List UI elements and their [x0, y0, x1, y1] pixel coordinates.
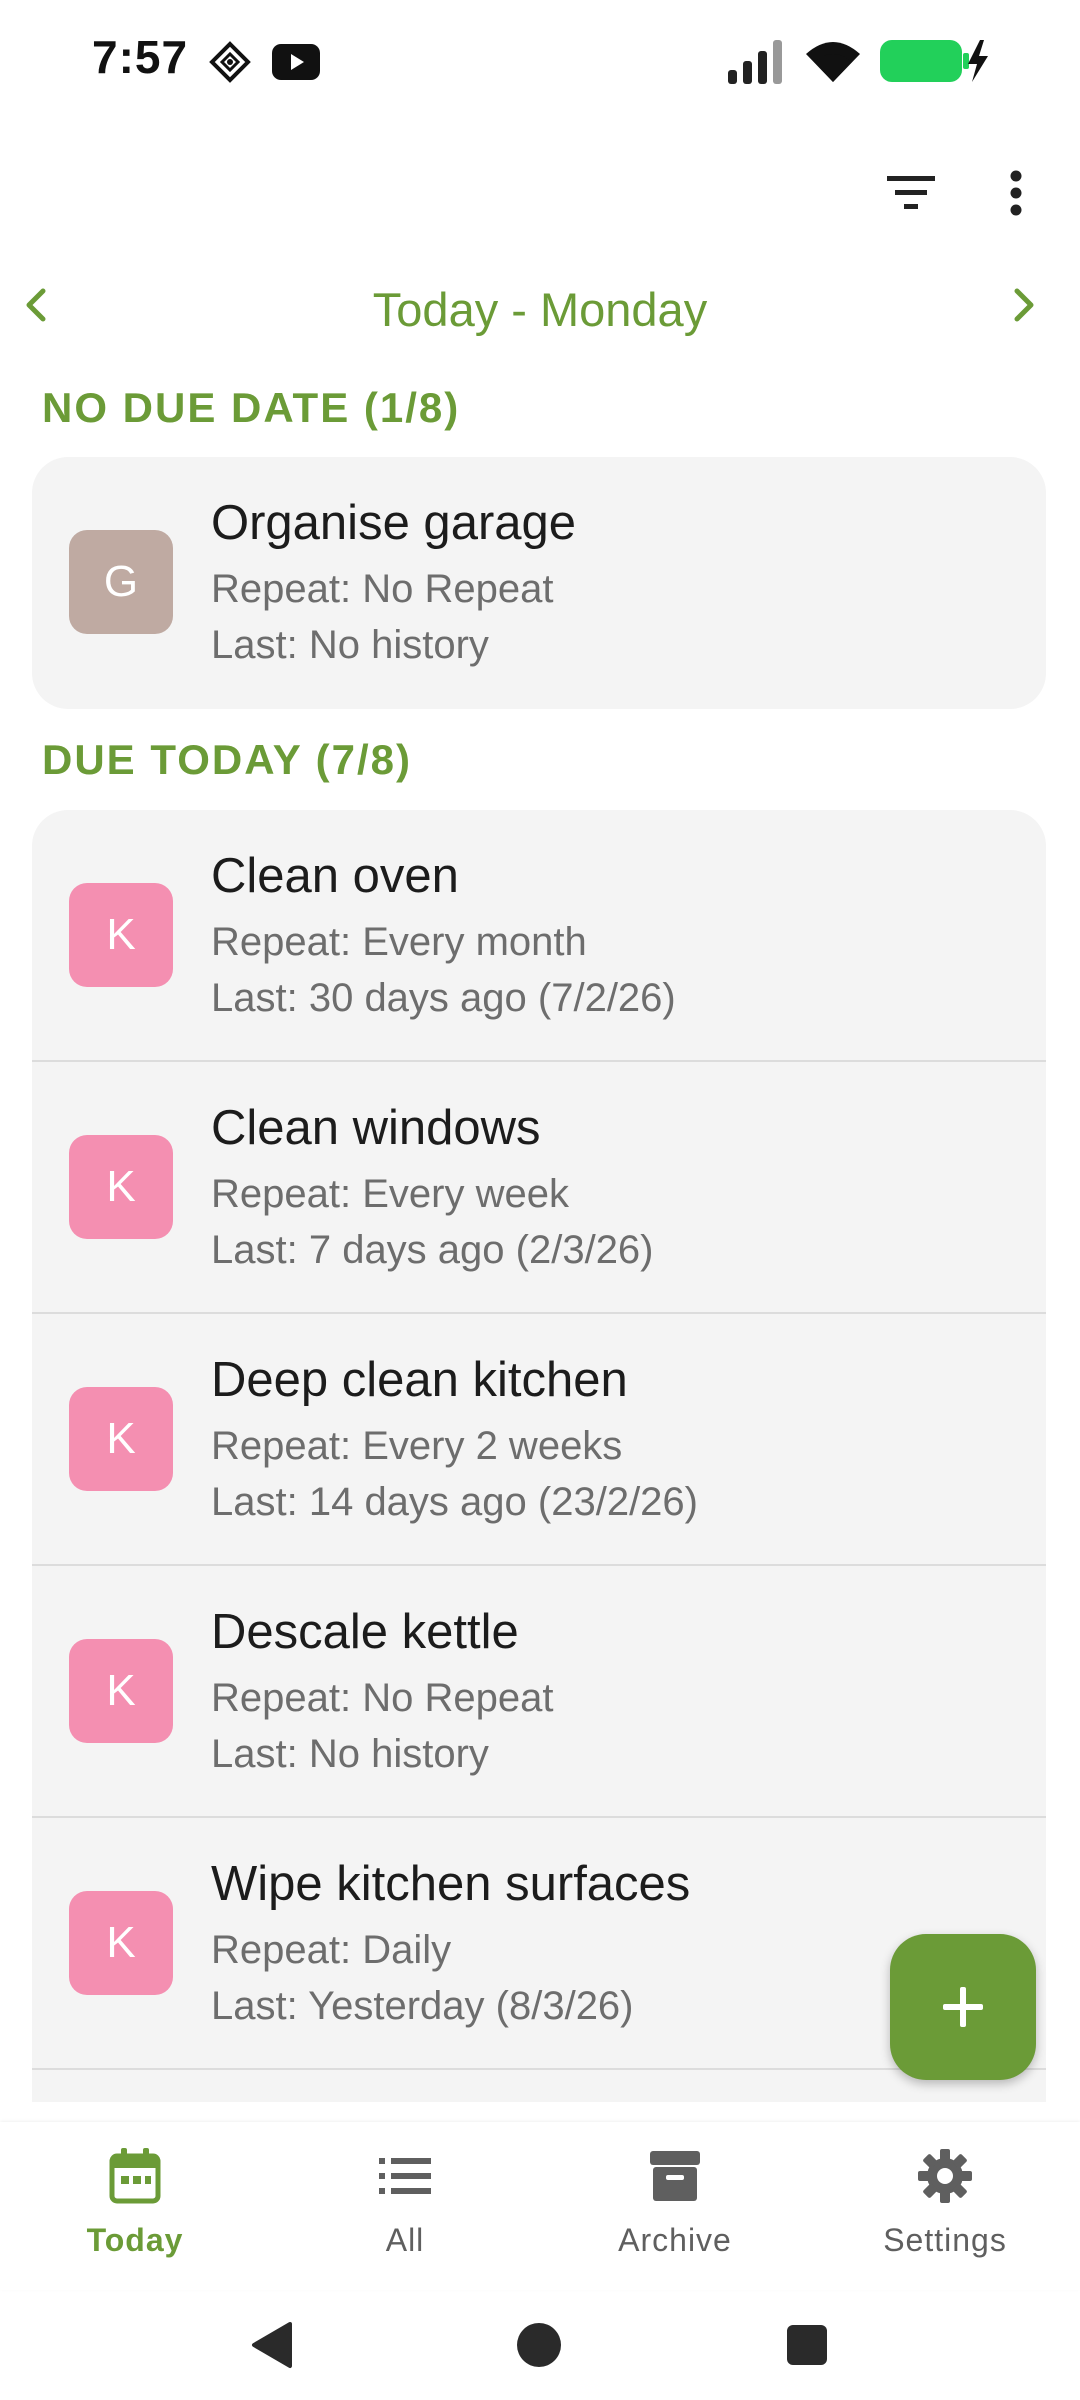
nav-all[interactable]: All [270, 2122, 540, 2290]
section-header-no-due-date: NO DUE DATE (1/8) [42, 384, 461, 431]
task-repeat: Repeat: Every 2 weeks [211, 1424, 623, 1468]
task-last: Last: 14 days ago (23/2/26) [211, 1480, 698, 1524]
filter-button[interactable] [876, 158, 946, 228]
section-header-due-today: DUE TODAY (7/8) [42, 736, 412, 783]
nav-archive[interactable]: Archive [540, 2122, 810, 2290]
task-title: Deep clean kitchen [211, 1353, 628, 1407]
task-title: Clean windows [211, 1101, 541, 1155]
task-title: Clean oven [211, 849, 459, 903]
nav-archive-label: Archive [618, 2222, 732, 2258]
avatar: K [69, 1135, 173, 1239]
back-button[interactable] [236, 2310, 306, 2380]
avatar: K [69, 883, 173, 987]
task-last: Last: 30 days ago (7/2/26) [211, 976, 676, 1020]
avatar: G [69, 530, 173, 634]
task-repeat: Repeat: No Repeat [211, 1676, 554, 1720]
archive-icon [645, 2146, 705, 2206]
nav-settings[interactable]: Settings [810, 2122, 1080, 2290]
add-task-button[interactable] [890, 1934, 1036, 2080]
signal-icon [728, 40, 788, 89]
task-repeat: Repeat: Daily [211, 1928, 452, 1972]
youtube-icon [272, 44, 320, 85]
system-navigation [0, 2290, 1080, 2400]
recents-square-icon [787, 2325, 827, 2365]
task-item[interactable]: K Clean windows Repeat: Every week Last:… [32, 1062, 1046, 1314]
task-repeat: Repeat: Every week [211, 1172, 569, 1216]
list-icon [375, 2146, 435, 2206]
nav-settings-label: Settings [883, 2222, 1007, 2258]
avatar: K [69, 1387, 173, 1491]
task-title: Organise garage [211, 496, 577, 550]
task-title: Wipe kitchen surfaces [211, 1857, 691, 1911]
avatar: K [69, 1639, 173, 1743]
more-options-button[interactable] [986, 158, 1046, 228]
task-last: Last: 7 days ago (2/3/26) [211, 1228, 654, 1272]
nav-today-label: Today [86, 2222, 184, 2258]
task-last: Last: No history [211, 623, 489, 667]
date-title: Today - Monday [372, 283, 708, 336]
task-item[interactable]: G Organise garage Repeat: No Repeat Last… [32, 457, 1046, 709]
bottom-navigation: Today All Archive Settings [0, 2122, 1080, 2290]
nav-all-label: All [385, 2222, 425, 2258]
task-group-due-today: K Clean oven Repeat: Every month Last: 3… [32, 810, 1046, 2102]
calendar-icon [105, 2146, 165, 2206]
avatar: K [69, 1891, 173, 1995]
task-item[interactable]: K Descale kettle Repeat: No Repeat Last:… [32, 1566, 1046, 1818]
more-vert-icon [1010, 170, 1022, 216]
task-last: Last: No history [211, 1732, 489, 1776]
task-repeat: Repeat: No Repeat [211, 567, 554, 611]
status-bar: 7:57 [0, 0, 1080, 120]
back-triangle-icon [252, 2322, 292, 2368]
tidy-app-icon [208, 40, 252, 89]
task-group-no-due-date: G Organise garage Repeat: No Repeat Last… [32, 457, 1046, 709]
recents-button[interactable] [772, 2310, 842, 2380]
plus-icon [943, 1987, 983, 2027]
task-title: Descale kettle [211, 1605, 519, 1659]
chevron-right-icon [1014, 288, 1034, 322]
task-repeat: Repeat: Every month [211, 920, 587, 964]
next-day-button[interactable] [990, 270, 1060, 340]
nav-today[interactable]: Today [0, 2122, 270, 2290]
filter-icon [887, 176, 935, 209]
task-item[interactable]: K Deep clean kitchen Repeat: Every 2 wee… [32, 1314, 1046, 1566]
battery-charging-icon [880, 38, 990, 89]
home-button[interactable] [504, 2310, 574, 2380]
gear-icon [915, 2146, 975, 2206]
wifi-icon [804, 38, 862, 89]
task-item[interactable]: K Clean oven Repeat: Every month Last: 3… [32, 810, 1046, 1062]
task-last: Last: Yesterday (8/3/26) [211, 1984, 634, 2028]
home-circle-icon [517, 2323, 561, 2367]
status-time: 7:57 [92, 31, 189, 83]
